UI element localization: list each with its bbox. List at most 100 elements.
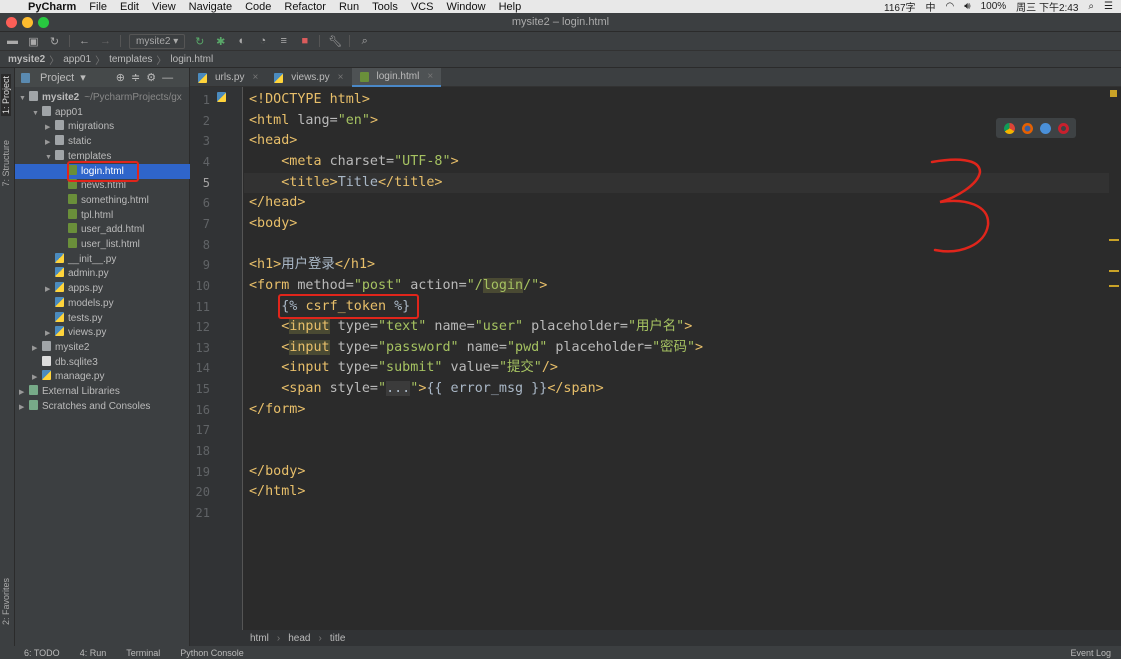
terminal-tool-button[interactable]: Terminal — [126, 648, 160, 658]
structure-tool-button[interactable]: 7: Structure — [1, 140, 11, 187]
project-panel-header: Project ▾ ⊕ ≑ ⚙ — — [15, 68, 189, 87]
folder-icon — [42, 105, 51, 116]
save-icon[interactable]: ▣ — [27, 35, 40, 48]
line-number: 2 — [202, 113, 210, 128]
breadcrumb-item[interactable]: templates — [109, 54, 152, 65]
editor-tab[interactable]: urls.py × — [190, 68, 266, 87]
menu-help[interactable]: Help — [499, 1, 522, 13]
tree-item[interactable]: user_list.html — [15, 237, 190, 252]
collapse-icon[interactable]: ≑ — [131, 71, 140, 84]
menu-navigate[interactable]: Navigate — [189, 1, 232, 13]
run-tool-button[interactable]: 4: Run — [80, 648, 107, 658]
minimize-window-button[interactable] — [22, 17, 33, 28]
rerun-icon[interactable]: ↻ — [193, 35, 206, 48]
tree-item[interactable]: ▶ External Libraries — [15, 384, 190, 399]
error-stripe[interactable] — [1109, 87, 1121, 630]
clock[interactable]: 周三 下午2:43 — [1016, 0, 1078, 14]
code-token: input — [289, 339, 330, 355]
tree-item[interactable]: ▶ views.py — [15, 325, 190, 340]
breadcrumb-item[interactable]: mysite2 — [8, 54, 45, 65]
tree-item[interactable]: tpl.html — [15, 208, 190, 223]
tree-item[interactable]: ▶ mysite2 — [15, 340, 190, 355]
menu-vcs[interactable]: VCS — [411, 1, 434, 13]
volume-icon[interactable]: 🔊︎ — [964, 1, 970, 12]
python-console-button[interactable]: Python Console — [180, 648, 244, 658]
inspection-status-icon[interactable] — [1110, 90, 1117, 97]
tree-item[interactable]: ▶ migrations — [15, 119, 190, 134]
settings-wrench-icon[interactable]: 🔧︎ — [328, 35, 342, 48]
wifi-icon[interactable]: ◠ — [946, 1, 955, 12]
close-window-button[interactable] — [6, 17, 17, 28]
menu-view[interactable]: View — [152, 1, 176, 13]
menu-file[interactable]: File — [89, 1, 107, 13]
sync-icon[interactable]: ↻ — [48, 35, 61, 48]
structure-crumb[interactable]: head — [288, 633, 310, 644]
debug-icon[interactable]: ✱ — [214, 35, 227, 48]
breadcrumb-item[interactable]: app01 — [63, 54, 91, 65]
close-tab-icon[interactable]: × — [338, 68, 344, 87]
editor-tabs: urls.py × views.py × login.html × — [190, 68, 1121, 87]
menu-run[interactable]: Run — [339, 1, 359, 13]
tree-item[interactable]: ▶ manage.py — [15, 369, 190, 384]
forward-icon[interactable]: → — [99, 35, 112, 47]
gear-icon[interactable]: ⚙ — [146, 71, 156, 84]
py-icon — [55, 252, 64, 263]
structure-crumb[interactable]: html — [250, 633, 269, 644]
tree-item[interactable]: something.html — [15, 193, 190, 208]
structure-crumb[interactable]: title — [330, 633, 346, 644]
breadcrumb-item[interactable]: login.html — [170, 54, 213, 65]
tree-item[interactable]: ▶ apps.py — [15, 281, 190, 296]
project-tool-button[interactable]: 1: Project — [1, 74, 11, 117]
open-icon[interactable]: ▬ — [6, 35, 19, 47]
todo-tool-button[interactable]: 6: TODO — [24, 648, 60, 658]
safari-icon[interactable] — [1039, 122, 1051, 134]
opera-icon[interactable] — [1057, 122, 1069, 134]
chrome-icon[interactable] — [1003, 122, 1015, 134]
firefox-icon[interactable] — [1021, 122, 1033, 134]
editor-tab[interactable]: login.html × — [351, 67, 442, 87]
menu-window[interactable]: Window — [446, 1, 485, 13]
menu-app[interactable]: PyCharm — [28, 1, 76, 13]
concurrency-icon[interactable]: ≡ — [277, 35, 290, 47]
tree-item[interactable]: __init__.py — [15, 252, 190, 267]
tree-item[interactable]: ▶ static — [15, 134, 190, 149]
tree-item[interactable]: ▶ Scratches and Consoles — [15, 399, 190, 414]
code-line: </form> — [249, 400, 305, 421]
tree-item[interactable]: models.py — [15, 296, 190, 311]
code-token: placeholder= — [523, 319, 628, 335]
ime-indicator[interactable]: 中 — [926, 0, 936, 14]
menu-refactor[interactable]: Refactor — [284, 1, 326, 13]
locate-icon[interactable]: ⊕ — [116, 71, 125, 84]
tab-label: views.py — [291, 72, 330, 83]
tree-item[interactable]: tests.py — [15, 311, 190, 326]
notification-icon[interactable]: ☰ — [1104, 1, 1113, 12]
back-icon[interactable]: ← — [78, 35, 91, 47]
structure-breadcrumb: html › head › title — [190, 630, 1121, 646]
tree-item[interactable]: ▼ app01 — [15, 105, 190, 120]
menu-tools[interactable]: Tools — [372, 1, 398, 13]
profile-icon[interactable]: ◔ — [256, 35, 269, 47]
code-token: > — [361, 92, 370, 107]
tree-item-label: migrations — [68, 121, 115, 133]
event-log-button[interactable]: Event Log — [1070, 648, 1111, 658]
editor-tab[interactable]: views.py × — [266, 68, 351, 87]
run-config-select[interactable]: mysite2 ▾ — [129, 33, 186, 49]
search-everywhere-icon[interactable]: ⌕ — [358, 35, 371, 48]
close-tab-icon[interactable]: × — [252, 68, 258, 87]
zoom-window-button[interactable] — [38, 17, 49, 28]
tree-item[interactable]: db.sqlite3 — [15, 355, 190, 370]
menu-code[interactable]: Code — [245, 1, 271, 13]
tree-item[interactable]: admin.py — [15, 266, 190, 281]
hide-icon[interactable]: — — [162, 72, 173, 84]
tree-item[interactable]: user_add.html — [15, 222, 190, 237]
coverage-icon[interactable]: ◐ — [235, 35, 248, 47]
tree-item[interactable]: ▼ mysite2 ~/PycharmProjects/gx — [15, 90, 190, 105]
stop-icon[interactable]: ■ — [298, 35, 311, 47]
search-icon[interactable]: ⌕ — [1088, 1, 1094, 12]
expand-arrow-icon[interactable]: ▶ — [19, 400, 29, 415]
project-view-select[interactable]: Project — [40, 72, 74, 84]
favorites-tool-button[interactable]: 2: Favorites — [1, 578, 11, 625]
python-gutter-icon[interactable] — [217, 92, 226, 102]
menu-edit[interactable]: Edit — [120, 1, 139, 13]
close-tab-icon[interactable]: × — [427, 67, 433, 86]
